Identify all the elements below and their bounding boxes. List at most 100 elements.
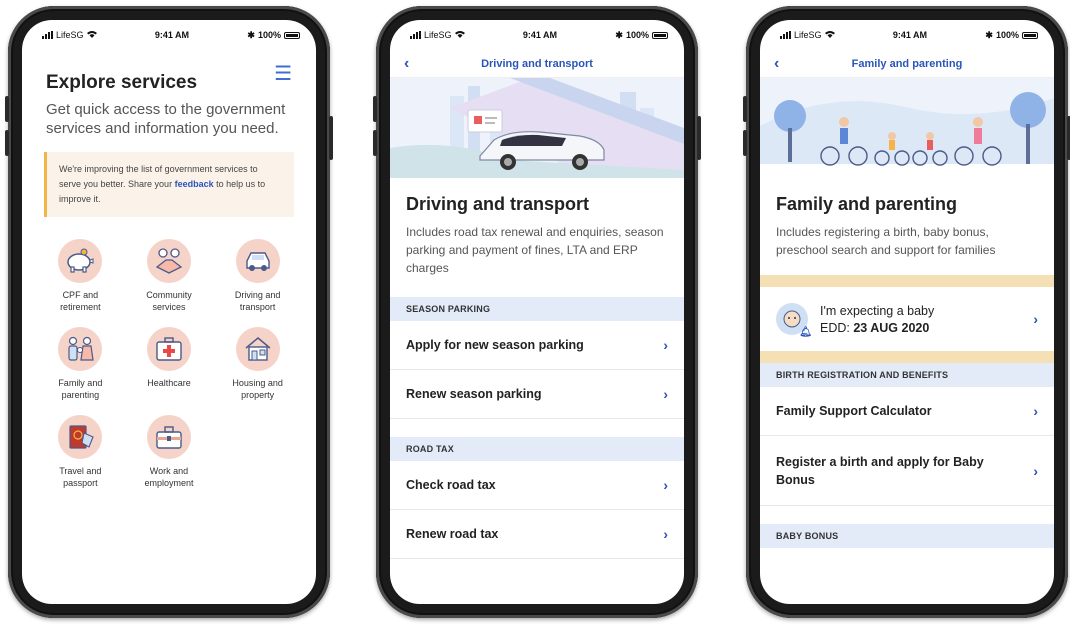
service-travel-passport[interactable]: Travel and passport	[36, 415, 125, 489]
service-healthcare[interactable]: Healthcare	[125, 327, 214, 401]
explore-header: Explore services Get quick access to the…	[22, 72, 316, 138]
category-description: Includes road tax renewal and enquiries,…	[406, 225, 664, 275]
volume-up-button	[743, 96, 747, 122]
bluetooth-icon: ✱	[985, 29, 993, 40]
wifi-icon	[86, 30, 97, 40]
expecting-title: I'm expecting a baby	[820, 303, 935, 318]
car-icon	[235, 239, 280, 283]
category-title: Driving and transport	[406, 194, 590, 214]
edd-value: 23 AUG 2020	[853, 320, 930, 335]
service-community[interactable]: Community services	[125, 239, 214, 313]
chevron-right-icon: ›	[1033, 403, 1038, 419]
chevron-right-icon: ›	[663, 526, 668, 542]
category-description: Includes registering a birth, baby bonus…	[776, 225, 996, 257]
nav-bar: ‹ Family and parenting	[760, 50, 1054, 78]
volume-up-button	[5, 96, 9, 122]
battery-icon	[652, 31, 668, 39]
service-label: Family and parenting	[58, 378, 103, 400]
list-item-label: Family Support Calculator	[776, 404, 932, 418]
section-header: BABY BONUS	[760, 524, 1054, 548]
signal-icon	[410, 31, 421, 39]
volume-down-button	[743, 130, 747, 156]
list-item-label: Register a birth and apply for Baby Bonu…	[776, 454, 984, 487]
power-button	[329, 116, 333, 160]
section-gap	[760, 506, 1054, 524]
service-housing-property[interactable]: Housing and property	[213, 327, 302, 401]
battery-percent: 100%	[995, 30, 1019, 40]
status-time: 9:41 AM	[892, 30, 928, 40]
screen: LifeSG 9:41 AM ✱ 100% ‹ Family and paren…	[760, 20, 1054, 604]
baby-avatar-icon: 🔔︎	[776, 303, 812, 338]
chevron-right-icon: ›	[663, 337, 668, 353]
section-header: ROAD TAX	[390, 437, 684, 461]
service-label: Driving and transport	[234, 290, 281, 312]
briefcase-icon	[146, 415, 191, 459]
menu-icon[interactable]: ☰	[274, 64, 292, 84]
power-button	[697, 116, 701, 160]
volume-down-button	[5, 130, 9, 156]
battery-percent: 100%	[625, 30, 649, 40]
status-bar: LifeSG 9:41 AM ✱ 100%	[390, 20, 684, 50]
status-time: 9:41 AM	[154, 30, 190, 40]
house-icon	[235, 327, 280, 371]
signal-icon	[42, 31, 53, 39]
service-family-parenting[interactable]: Family and parenting	[36, 327, 125, 401]
bluetooth-icon: ✱	[247, 29, 255, 40]
wifi-icon	[454, 30, 465, 40]
service-label: CPF and retirement	[60, 290, 101, 312]
phone-driving-transport: LifeSG 9:41 AM ✱ 100% ‹ Driving and tran…	[373, 6, 701, 618]
feedback-link[interactable]: feedback	[175, 179, 214, 189]
page-title: Explore services	[46, 72, 198, 93]
battery-icon	[1022, 31, 1038, 39]
list-item-family-support-calculator[interactable]: Family Support Calculator ›	[760, 387, 1054, 436]
passport-icon	[58, 415, 103, 459]
screen: LifeSG 9:41 AM ✱ 100% ‹ Driving and tran…	[390, 20, 684, 604]
service-cpf-retirement[interactable]: CPF and retirement	[36, 239, 125, 313]
list-item-check-road-tax[interactable]: Check road tax ›	[390, 461, 684, 510]
handshake-icon	[146, 239, 191, 283]
section-header: SEASON PARKING	[390, 297, 684, 321]
service-label: Healthcare	[147, 378, 191, 388]
phone-family-parenting: LifeSG 9:41 AM ✱ 100% ‹ Family and paren…	[743, 6, 1070, 618]
section-gap	[390, 419, 684, 437]
divider-band	[760, 351, 1054, 363]
signal-icon	[780, 31, 791, 39]
service-label: Work and employment	[144, 466, 194, 488]
status-bar: LifeSG 9:41 AM ✱ 100%	[760, 20, 1054, 50]
family-hero-illustration	[760, 78, 1054, 178]
list-item-renew-road-tax[interactable]: Renew road tax ›	[390, 510, 684, 559]
list-item-register-birth[interactable]: Register a birth and apply for Baby Bonu…	[760, 436, 1054, 506]
carrier-name: LifeSG	[794, 30, 822, 40]
carrier-name: LifeSG	[424, 30, 452, 40]
service-work-employment[interactable]: Work and employment	[125, 415, 214, 489]
service-driving-transport[interactable]: Driving and transport	[213, 239, 302, 313]
page-subtitle: Get quick access to the government servi…	[46, 101, 286, 137]
list-item-apply-season-parking[interactable]: Apply for new season parking ›	[390, 321, 684, 370]
nav-title: Family and parenting	[851, 57, 963, 70]
first-aid-kit-icon	[146, 327, 191, 371]
battery-icon	[284, 31, 300, 39]
service-label: Community services	[146, 290, 192, 312]
screen: LifeSG 9:41 AM ✱ 100% ☰ Explore services…	[22, 20, 316, 604]
volume-up-button	[373, 96, 377, 122]
section-header: BIRTH REGISTRATION AND BENEFITS	[760, 363, 1054, 387]
carrier-name: LifeSG	[56, 30, 84, 40]
edd-label: EDD:	[820, 320, 854, 335]
bell-icon: 🔔︎	[799, 327, 812, 338]
expecting-baby-card[interactable]: 🔔︎ I'm expecting a baby EDD: 23 AUG 2020…	[760, 287, 1054, 351]
list-item-label: Check road tax	[406, 478, 496, 492]
chevron-right-icon: ›	[663, 386, 668, 402]
list-item-label: Renew season parking	[406, 387, 542, 401]
list-item-renew-season-parking[interactable]: Renew season parking ›	[390, 370, 684, 419]
bluetooth-icon: ✱	[615, 29, 623, 40]
back-icon[interactable]: ‹	[774, 55, 779, 73]
battery-percent: 100%	[257, 30, 281, 40]
driving-hero-illustration	[390, 78, 684, 178]
phone-explore-services: LifeSG 9:41 AM ✱ 100% ☰ Explore services…	[5, 6, 333, 618]
back-icon[interactable]: ‹	[404, 55, 409, 73]
services-grid: CPF and retirement Community services Dr…	[22, 217, 316, 489]
category-header: Driving and transport Includes road tax …	[390, 194, 684, 277]
family-icon	[58, 327, 103, 371]
edd-line: EDD: 23 AUG 2020	[820, 321, 934, 335]
feedback-notice: We're improving the list of government s…	[44, 152, 294, 217]
